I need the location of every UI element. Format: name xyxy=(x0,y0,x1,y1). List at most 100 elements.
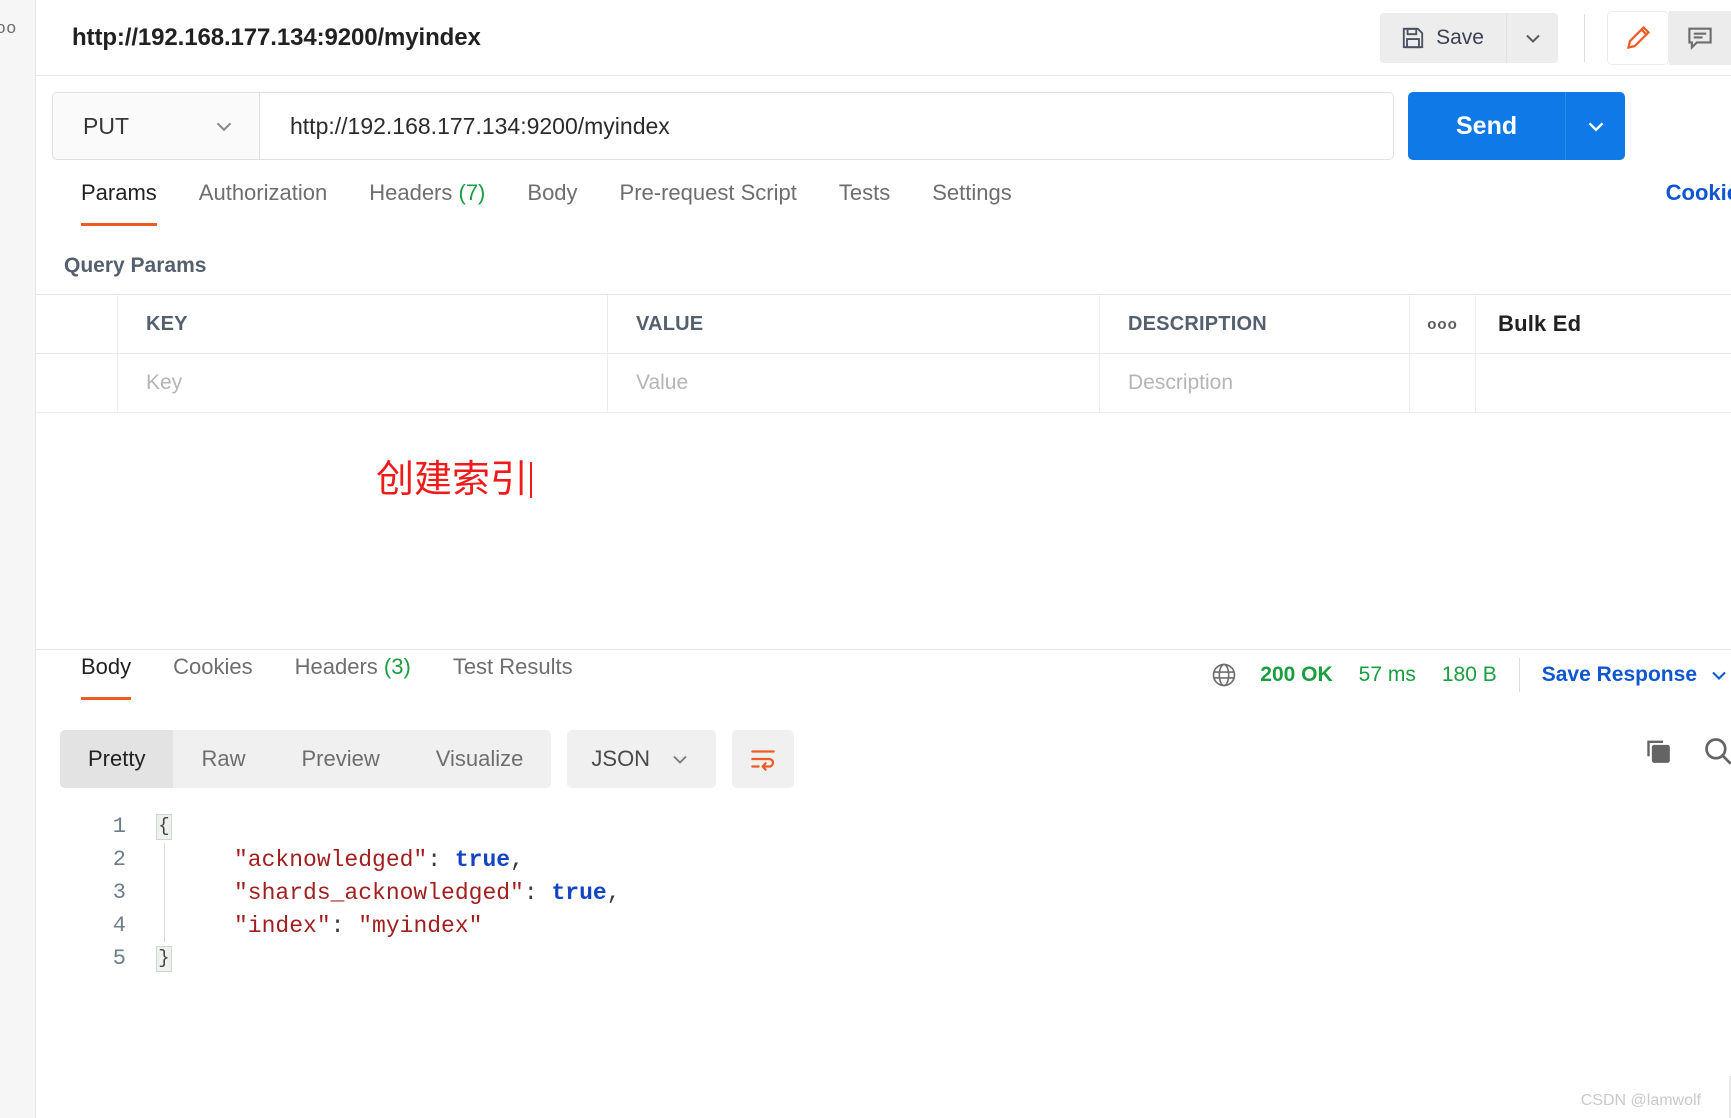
response-meta: 200 OK 57 ms 180 B Save Response xyxy=(1210,658,1731,692)
edit-request-button[interactable] xyxy=(1607,10,1669,65)
view-visualize-label: Visualize xyxy=(435,746,524,771)
tab-body[interactable]: Body xyxy=(506,176,598,226)
tab-settings[interactable]: Settings xyxy=(911,176,1033,226)
code-line: 2 "acknowledged": true, xyxy=(36,843,1731,876)
response-language-value: JSON xyxy=(591,746,651,771)
more-options-icon[interactable]: ooo xyxy=(1410,295,1476,353)
line-number: 2 xyxy=(112,847,126,872)
response-tab-body[interactable]: Body xyxy=(60,650,152,700)
fold-marker[interactable]: { xyxy=(156,813,172,840)
left-strip-ghost-text: oo xyxy=(0,18,17,37)
save-response-button[interactable]: Save Response xyxy=(1542,663,1697,687)
tab-pre-request-script[interactable]: Pre-request Script xyxy=(599,176,818,226)
query-params-table: KEY VALUE DESCRIPTION ooo Bulk Ed Key Va… xyxy=(36,294,1731,413)
line-number: 3 xyxy=(112,880,126,905)
view-preview-label: Preview xyxy=(301,746,380,771)
chevron-down-icon xyxy=(1583,113,1609,139)
view-visualize-button[interactable]: Visualize xyxy=(408,730,552,788)
response-tab-test-results[interactable]: Test Results xyxy=(432,650,594,700)
tab-tests[interactable]: Tests xyxy=(818,176,911,226)
status-badge: 200 OK xyxy=(1260,663,1333,686)
tab-body-label: Body xyxy=(527,180,578,205)
meta-divider xyxy=(1518,658,1520,692)
response-format-bar: Pretty Raw Preview Visualize JSON xyxy=(36,712,1731,788)
save-dropdown-button[interactable] xyxy=(1506,12,1558,63)
key-input[interactable]: Key xyxy=(118,354,608,412)
save-button[interactable]: Save xyxy=(1380,12,1506,63)
code-line: 5 } xyxy=(36,942,1731,975)
response-size: 180 B xyxy=(1441,663,1497,686)
header-actions: Save xyxy=(1380,0,1731,75)
code-line: 1 { xyxy=(36,810,1731,843)
bulk-edit-button[interactable]: Bulk Ed xyxy=(1476,295,1731,353)
line-number: 1 xyxy=(112,814,126,839)
line-number: 5 xyxy=(112,946,126,971)
tab-authorization[interactable]: Authorization xyxy=(178,176,348,226)
http-method-select[interactable]: PUT xyxy=(52,92,259,160)
request-header: http://192.168.177.134:9200/myindex Save xyxy=(36,0,1731,76)
row-bulk-cell xyxy=(1476,354,1731,412)
view-pretty-label: Pretty xyxy=(88,746,146,771)
table-row: Key Value Description xyxy=(36,354,1731,413)
save-button-label: Save xyxy=(1436,25,1484,49)
copy-icon[interactable] xyxy=(1641,734,1675,768)
header-key: KEY xyxy=(118,295,608,353)
view-raw-label: Raw xyxy=(201,746,246,771)
response-tabs: Body Cookies Headers (3) Test Results 20… xyxy=(36,650,1731,712)
cookies-link[interactable]: Cookie xyxy=(1666,180,1731,206)
comment-button-wrapper xyxy=(1669,10,1731,65)
view-preview-button[interactable]: Preview xyxy=(273,730,407,788)
chevron-down-icon xyxy=(668,747,692,771)
description-input[interactable]: Description xyxy=(1100,354,1410,412)
left-sidebar-strip: oo xyxy=(0,0,36,1118)
comment-button[interactable] xyxy=(1669,11,1731,65)
tab-settings-label: Settings xyxy=(932,180,1012,205)
page-title: http://192.168.177.134:9200/myindex xyxy=(72,23,481,51)
header-description: DESCRIPTION xyxy=(1100,295,1410,353)
value-input[interactable]: Value xyxy=(608,354,1100,412)
response-tab-cookies[interactable]: Cookies xyxy=(152,650,273,700)
tab-headers[interactable]: Headers (7) xyxy=(348,176,506,226)
fold-rail xyxy=(156,909,172,942)
response-tab-body-label: Body xyxy=(81,654,132,679)
chevron-down-icon xyxy=(1521,26,1545,50)
tab-tests-label: Tests xyxy=(838,180,891,205)
response-time: 57 ms xyxy=(1358,663,1416,686)
chevron-down-icon[interactable] xyxy=(1707,663,1731,687)
response-body-code[interactable]: 1 { 2 "acknowledged": true, 3 "shards_ac… xyxy=(36,810,1731,975)
tab-params-label: Params xyxy=(81,180,157,205)
response-actions xyxy=(1641,734,1731,768)
wrap-lines-button[interactable] xyxy=(732,730,795,788)
bulk-edit-label: Bulk Ed xyxy=(1498,311,1582,336)
response-tab-cookies-label: Cookies xyxy=(173,654,253,679)
request-tabs: Params Authorization Headers (7) Body Pr… xyxy=(36,176,1731,234)
fold-marker[interactable]: } xyxy=(156,945,172,972)
code-text: "shards_acknowledged": true, xyxy=(234,879,621,906)
view-raw-button[interactable]: Raw xyxy=(173,730,273,788)
postman-window: oo http://192.168.177.134:9200/myindex S… xyxy=(0,0,1731,1118)
send-dropdown-button[interactable] xyxy=(1565,92,1626,160)
header-divider xyxy=(1584,13,1585,62)
url-input[interactable]: http://192.168.177.134:9200/myindex xyxy=(259,92,1394,160)
tab-params[interactable]: Params xyxy=(60,176,178,226)
tab-pre-request-script-label: Pre-request Script xyxy=(619,180,797,205)
response-view-segmented: Pretty Raw Preview Visualize xyxy=(60,730,552,788)
response-language-select[interactable]: JSON xyxy=(567,730,717,788)
code-line: 4 "index": "myindex" xyxy=(36,909,1731,942)
header-checkbox-cell xyxy=(36,295,118,353)
response-tab-headers-label: Headers xyxy=(294,654,378,679)
header-value: VALUE xyxy=(608,295,1100,353)
row-checkbox[interactable] xyxy=(36,354,118,412)
view-pretty-button[interactable]: Pretty xyxy=(60,730,174,788)
line-number: 4 xyxy=(112,913,126,938)
response-tab-headers[interactable]: Headers (3) xyxy=(274,650,432,700)
wrap-lines-icon xyxy=(748,744,778,774)
search-icon[interactable] xyxy=(1701,734,1731,768)
globe-icon xyxy=(1210,661,1238,689)
fold-rail xyxy=(156,876,172,909)
fold-rail xyxy=(156,843,172,876)
pencil-icon xyxy=(1623,23,1653,53)
code-line: 3 "shards_acknowledged": true, xyxy=(36,876,1731,909)
send-button[interactable]: Send xyxy=(1408,92,1566,160)
http-method-value: PUT xyxy=(83,112,129,139)
